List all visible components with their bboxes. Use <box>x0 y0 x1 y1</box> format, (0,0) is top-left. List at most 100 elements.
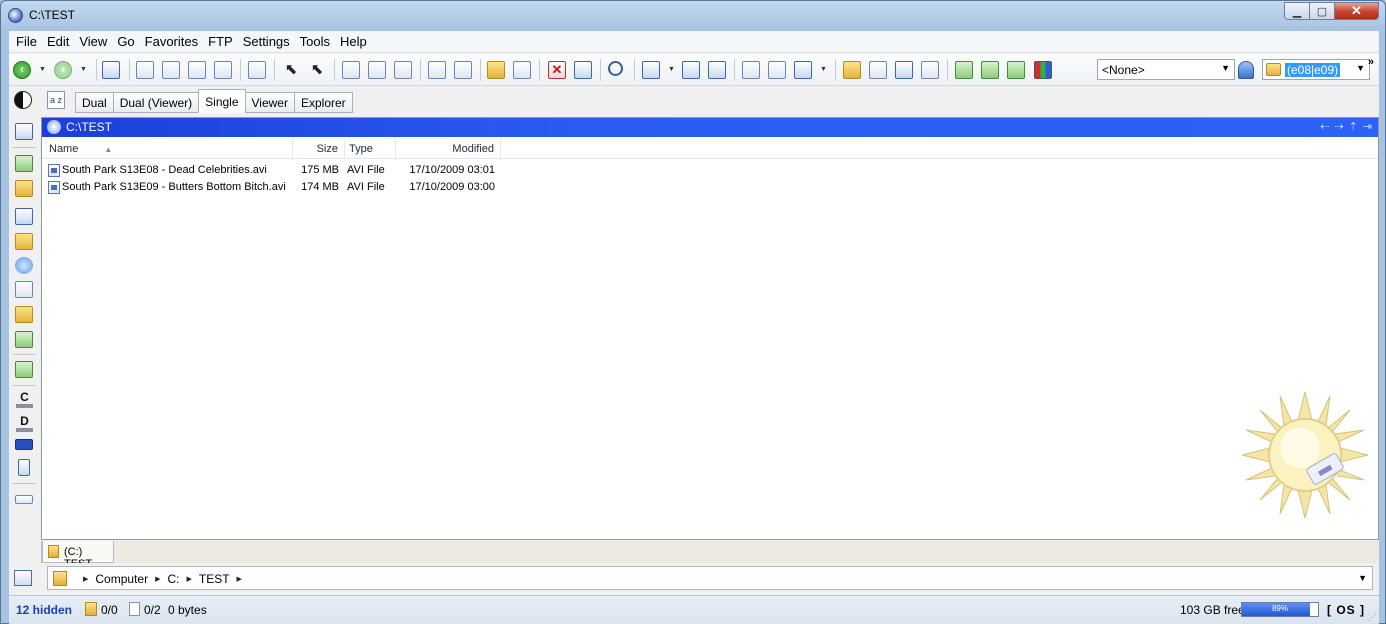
users-icon[interactable] <box>15 208 33 225</box>
chevron-right-icon[interactable]: ▶ <box>83 575 88 583</box>
undo-icon[interactable] <box>574 61 592 79</box>
view-large-icons-icon[interactable] <box>136 61 154 79</box>
menu-favorites[interactable]: Favorites <box>144 33 199 50</box>
wd-drive-icon[interactable] <box>15 439 33 450</box>
forward-history-dropdown[interactable]: ▼ <box>80 66 87 73</box>
show-hide-dropdown[interactable]: ▼ <box>668 66 675 73</box>
menu-ftp[interactable]: FTP <box>207 33 234 50</box>
layout-single-icon[interactable] <box>682 61 700 79</box>
view-small-icons-icon[interactable] <box>162 61 180 79</box>
new-drive-icon[interactable] <box>15 495 33 504</box>
toolbar-overflow-button[interactable]: » <box>1368 56 1374 68</box>
menu-settings[interactable]: Settings <box>242 33 291 50</box>
breadcrumb-computer[interactable]: Computer <box>95 572 148 586</box>
chevron-down-icon[interactable]: ▼ <box>1358 573 1367 583</box>
folder-tab[interactable]: (C:) TEST <box>42 541 114 570</box>
yin-yang-icon[interactable] <box>14 91 32 109</box>
arrow-up-icon[interactable]: ⇡ <box>1349 120 1358 133</box>
find-icon[interactable] <box>608 61 623 76</box>
favorites-icon[interactable] <box>15 306 33 323</box>
network-icon[interactable] <box>15 257 33 274</box>
view-thumbnails-icon[interactable] <box>248 61 266 79</box>
swap-icon[interactable] <box>15 331 33 348</box>
breadcrumb-test[interactable]: TEST <box>199 572 230 586</box>
layout-dual-icon[interactable] <box>708 61 726 79</box>
edit-icon[interactable] <box>794 61 812 79</box>
chevron-right-icon[interactable]: ▶ <box>155 575 160 583</box>
location-toolbar-icon[interactable] <box>14 570 32 586</box>
edit-dropdown[interactable]: ▼ <box>820 66 827 73</box>
show-hide-icon[interactable] <box>642 61 660 79</box>
resize-grip-icon[interactable]: ⋰ <box>1368 612 1377 623</box>
new-folder-icon[interactable] <box>487 61 505 79</box>
forward-icon[interactable]: › <box>54 61 72 79</box>
compare-icon[interactable] <box>981 61 999 79</box>
select-icon[interactable]: ⬉ <box>282 61 300 79</box>
notes-icon[interactable] <box>869 61 887 79</box>
menu-edit[interactable]: Edit <box>46 33 70 50</box>
device-icon[interactable] <box>18 459 30 476</box>
sort-az-icon[interactable]: a z <box>47 91 65 109</box>
library-icon[interactable] <box>15 233 33 250</box>
menu-file[interactable]: File <box>15 33 38 50</box>
refresh-tree-icon[interactable] <box>15 155 33 172</box>
column-name[interactable]: Name ▲ <box>42 139 293 159</box>
menu-view[interactable]: View <box>78 33 108 50</box>
breadcrumb[interactable]: ▶ Computer ▶ C: ▶ TEST ▶ ▼ <box>47 566 1373 590</box>
sync-icon[interactable] <box>955 61 973 79</box>
os-indicator[interactable]: [ OS ] <box>1327 603 1365 617</box>
computer-icon[interactable] <box>15 123 33 140</box>
document-icon[interactable] <box>768 61 786 79</box>
column-size[interactable]: Size <box>293 139 345 159</box>
menu-tools[interactable]: Tools <box>299 33 331 50</box>
drive-c-icon[interactable]: C <box>16 391 33 408</box>
column-modified[interactable]: Modified <box>396 139 501 159</box>
title-bar[interactable]: C:\TEST ▁ ▢ ✕ <box>1 1 1385 29</box>
transfer-icon[interactable] <box>1007 61 1025 79</box>
arrow-right-icon[interactable]: ⇢ <box>1334 120 1343 133</box>
tab-single[interactable]: Single <box>198 89 246 113</box>
chevron-right-icon[interactable]: ▶ <box>186 575 191 583</box>
preview-icon[interactable] <box>895 61 913 79</box>
tab-viewer[interactable]: Viewer <box>244 92 295 113</box>
copy-icon[interactable] <box>342 61 360 79</box>
delete-icon[interactable]: ✕ <box>548 61 566 79</box>
move-to-icon[interactable] <box>454 61 472 79</box>
arrow-left-icon[interactable]: ⇠ <box>1320 120 1329 133</box>
breadcrumb-c[interactable]: C: <box>167 572 179 586</box>
maximize-button[interactable]: ▢ <box>1309 2 1335 20</box>
rename-icon[interactable] <box>513 61 531 79</box>
refresh-icon[interactable] <box>102 61 120 79</box>
sort-az-icon[interactable] <box>921 61 939 79</box>
back-history-dropdown[interactable]: ▼ <box>39 66 46 73</box>
tab-explorer[interactable]: Explorer <box>293 92 353 113</box>
menu-help[interactable]: Help <box>339 33 368 50</box>
view-details-icon[interactable] <box>214 61 232 79</box>
file-row[interactable]: South Park S13E09 - Butters Bottom Bitch… <box>42 179 1378 196</box>
back-icon[interactable]: ‹ <box>13 61 31 79</box>
photos-icon[interactable] <box>15 180 33 197</box>
close-button[interactable]: ✕ <box>1334 2 1379 20</box>
color-labels-icon[interactable] <box>1034 61 1052 79</box>
view-list-icon[interactable] <box>188 61 206 79</box>
column-type[interactable]: Type <box>345 139 396 159</box>
tools-icon[interactable] <box>15 281 33 298</box>
app-icon[interactable] <box>8 8 23 23</box>
menu-go[interactable]: Go <box>116 33 135 50</box>
drive-d-icon[interactable]: D <box>16 415 33 432</box>
select-pattern-icon[interactable]: ⬉ <box>308 61 326 79</box>
tab-dual[interactable]: Dual <box>75 92 114 113</box>
file-row[interactable]: South Park S13E08 - Dead Celebrities.avi… <box>42 162 1378 179</box>
minimize-button[interactable]: ▁ <box>1284 2 1310 20</box>
filter-settings-icon[interactable] <box>1238 61 1254 79</box>
chevron-right-icon[interactable]: ▶ <box>237 575 242 583</box>
paste-icon[interactable] <box>368 61 386 79</box>
picture-icon[interactable] <box>15 361 33 378</box>
copy-to-icon[interactable] <box>428 61 446 79</box>
expand-icon[interactable]: ⇥ <box>1363 120 1372 133</box>
filter-combo[interactable]: <None> ▼ <box>1097 59 1235 80</box>
hidden-count[interactable]: 12 hidden <box>16 603 72 617</box>
checklist-icon[interactable] <box>742 61 760 79</box>
properties-icon[interactable] <box>394 61 412 79</box>
favorites-folder-icon[interactable] <box>843 61 861 79</box>
